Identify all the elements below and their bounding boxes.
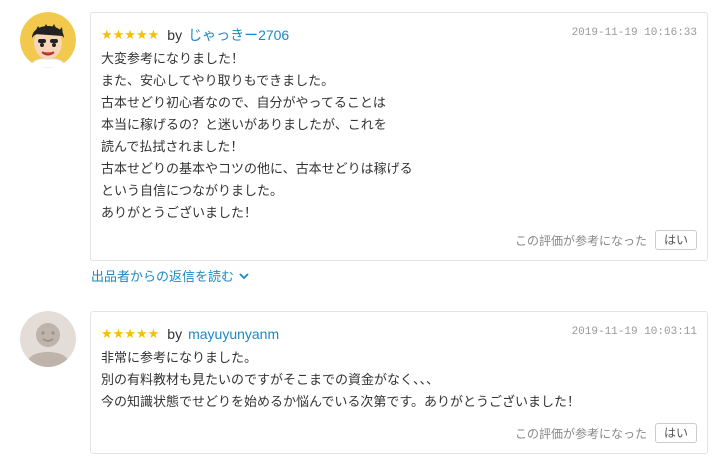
- star-rating: ★★★★★: [101, 326, 160, 342]
- helpful-yes-button[interactable]: はい: [655, 423, 697, 443]
- review-text: 非常に参考になりました。 別の有料教材も見たいのですがそこまでの資金がなく、、、…: [101, 348, 695, 414]
- helpful-yes-button[interactable]: はい: [655, 230, 697, 250]
- seller-reply-link[interactable]: 出品者からの返信を読む: [91, 266, 250, 285]
- review-line: ありがとうございました！: [101, 206, 258, 221]
- review-line: 読んで払拭されました！: [101, 140, 244, 155]
- helpful-label: この評価が参考になった: [514, 426, 647, 441]
- review-header: ★★★★★ by mayuyunyanm: [101, 324, 279, 344]
- reviewer-name-link[interactable]: mayuyunyanm: [188, 326, 279, 342]
- review-line: という自信につながりました。: [101, 184, 284, 199]
- default-user-icon: [20, 311, 76, 367]
- review-line: 大変参考になりました！: [101, 52, 245, 67]
- helpful-row: この評価が参考になった はい: [515, 423, 697, 443]
- cartoon-man-icon: [20, 12, 76, 68]
- seller-reply-label: 出品者からの返信を読む: [91, 270, 235, 285]
- by-label: by: [167, 27, 183, 43]
- review-line: 非常に参考になりました。: [101, 351, 258, 366]
- review-line: また、安心してやり取りもできました。: [101, 74, 335, 89]
- helpful-label: この評価が参考になった: [514, 233, 647, 248]
- review-line: 本当に稼げるの？と迷いがありましたが、これを: [101, 118, 387, 133]
- review-date: 2019-11-19 10:16:33: [571, 27, 697, 39]
- review-card: ★★★★★ by mayuyunyanm 2019-11-19 10:03:11…: [90, 311, 708, 454]
- star-rating: ★★★★★: [101, 27, 160, 43]
- review-line: 古本せどりの基本やコツの他に、古本せどりは稼げる: [101, 162, 413, 177]
- review-card: ★★★★★ by じゃっきー2706 2019-11-19 10:16:33 大…: [90, 12, 708, 261]
- review-line: 今の知識状態でせどりを始めるか悩んでいる次第です。ありがとうございました！: [101, 395, 581, 410]
- review-line: 別の有料教材も見たいのですがそこまでの資金がなく、、、: [101, 373, 440, 388]
- review-text: 大変参考になりました！ また、安心してやり取りもできました。 古本せどり初心者な…: [101, 49, 695, 225]
- by-label: by: [167, 326, 183, 342]
- chevron-down-icon: [239, 272, 249, 279]
- helpful-row: この評価が参考になった はい: [515, 230, 697, 250]
- reviewer-name-link[interactable]: じゃっきー2706: [188, 25, 289, 45]
- review-line: 古本せどり初心者なので、自分がやってることは: [101, 96, 386, 111]
- review-header: ★★★★★ by じゃっきー2706: [101, 25, 289, 45]
- review-date: 2019-11-19 10:03:11: [571, 326, 697, 338]
